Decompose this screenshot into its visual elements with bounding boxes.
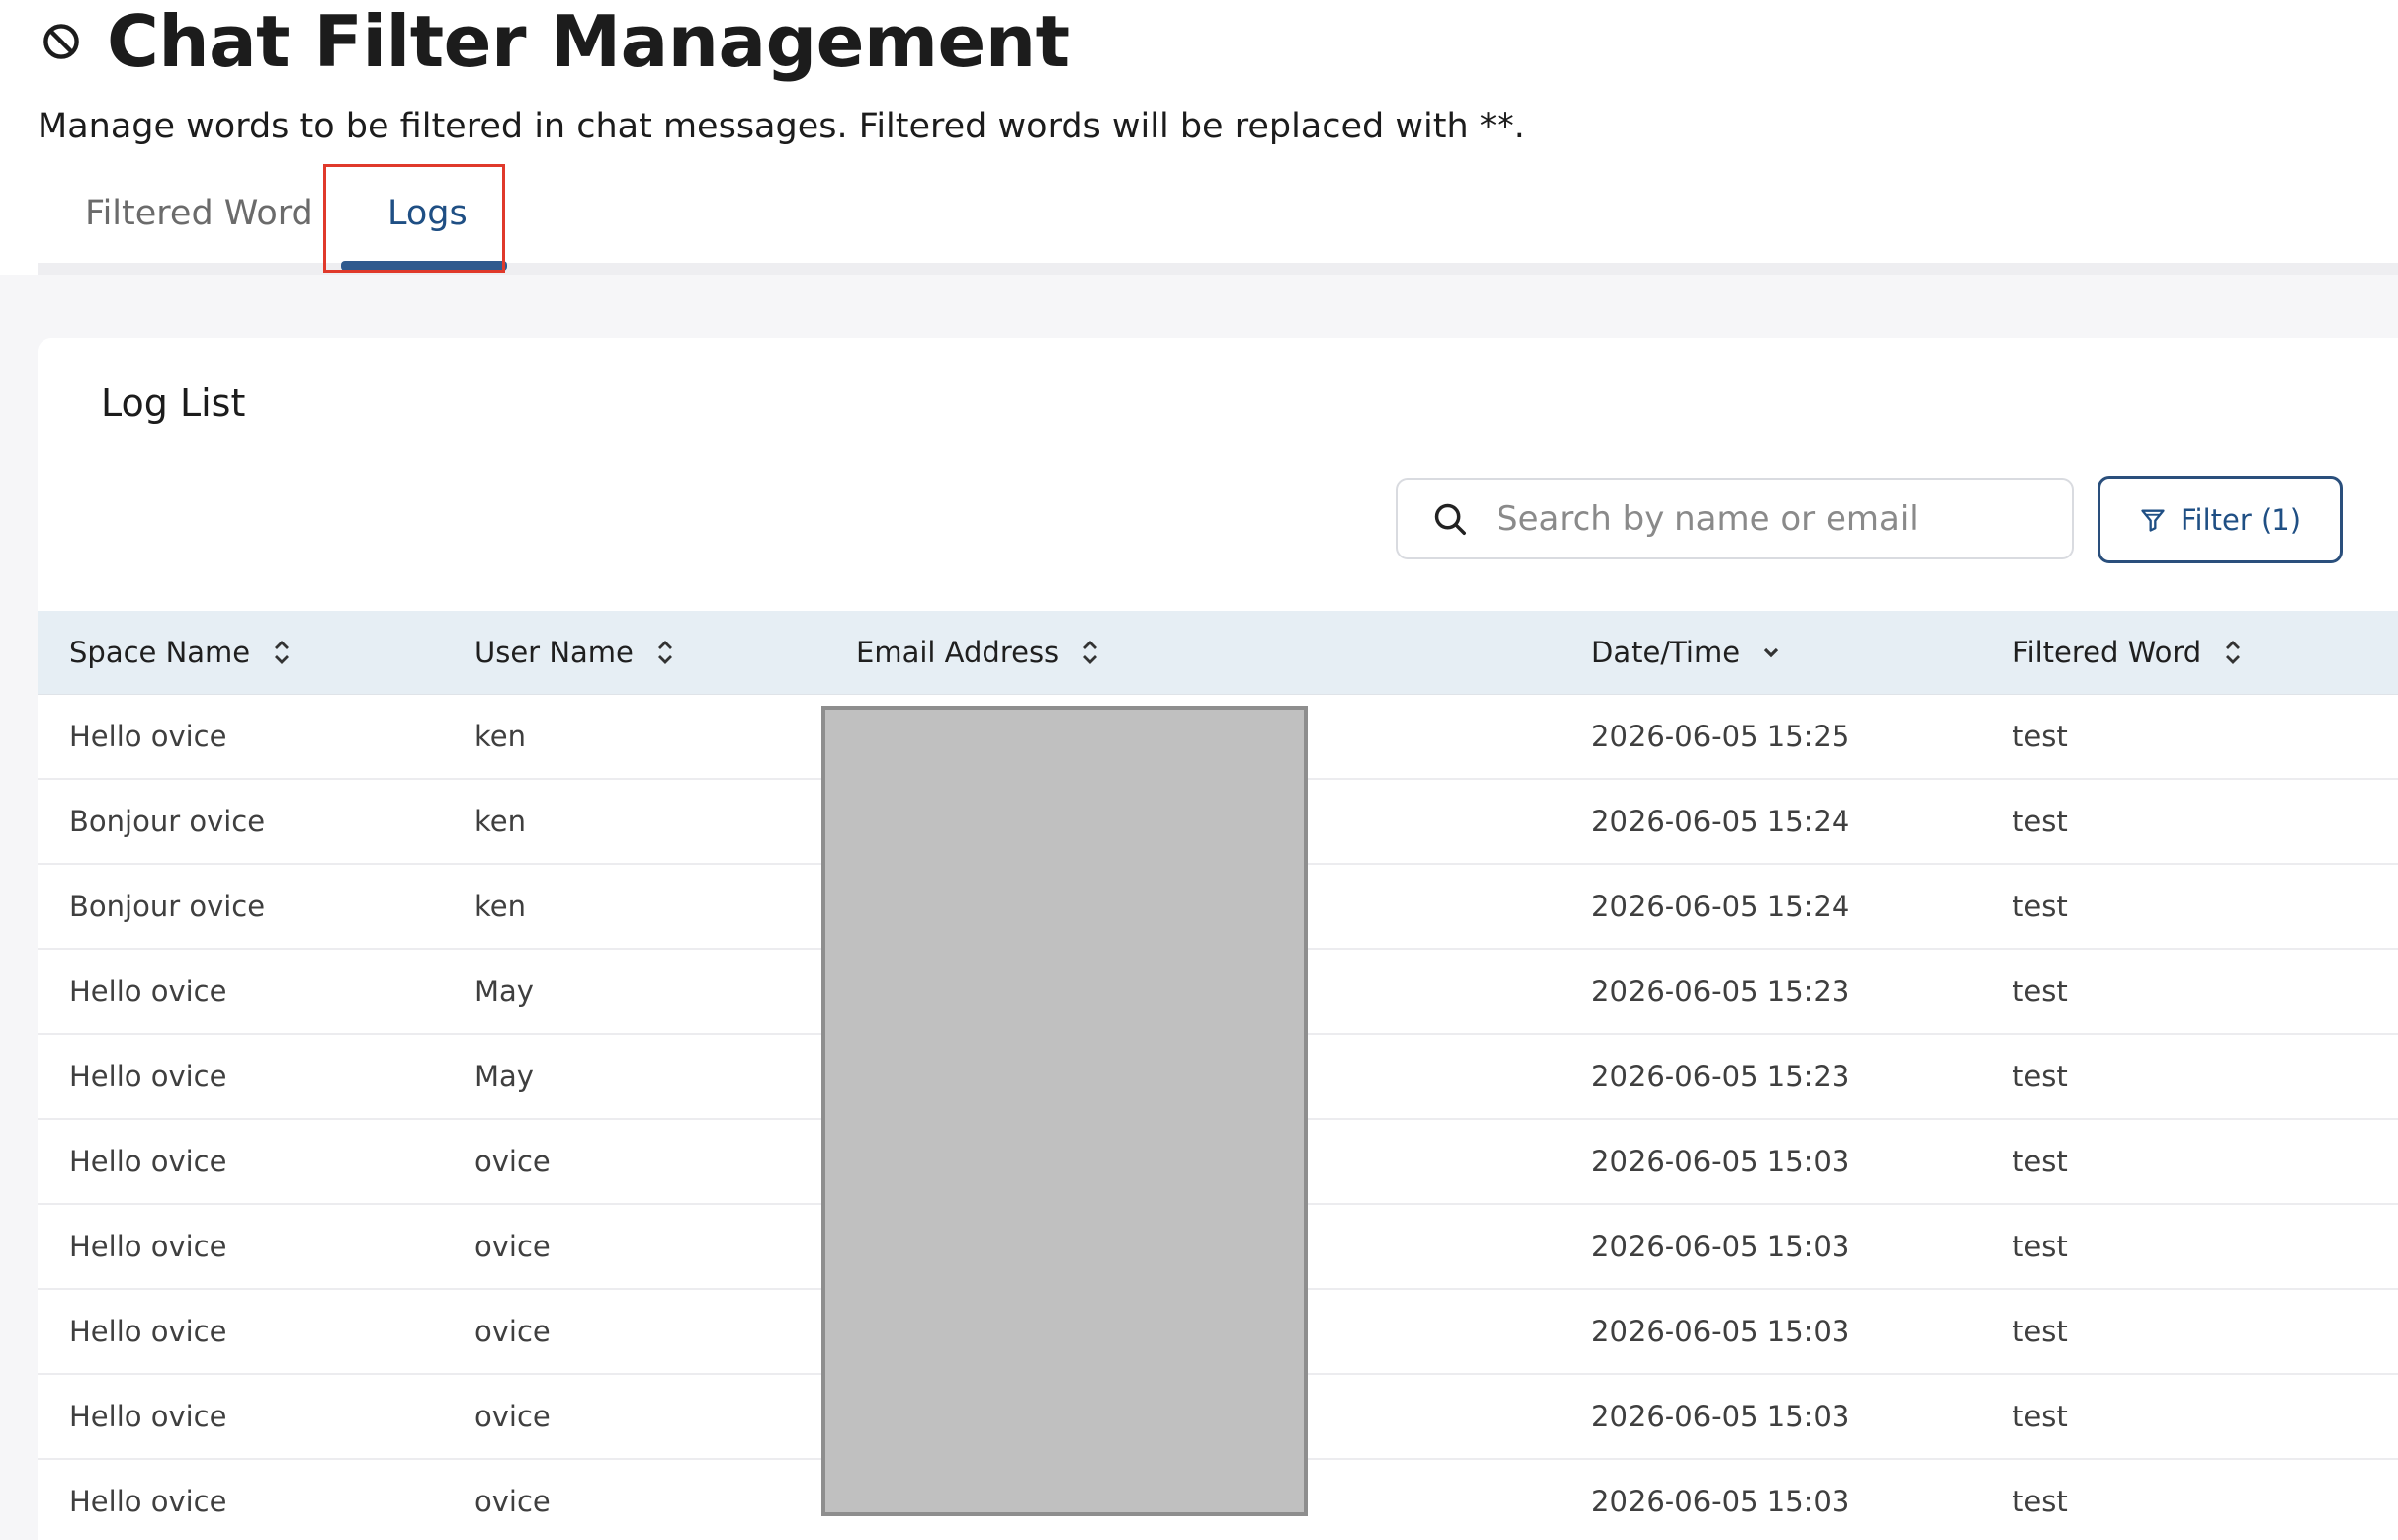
cell-space-name: Bonjour ovice — [69, 805, 266, 838]
cell-space-name: Hello ovice — [69, 975, 227, 1008]
page-description: Manage words to be filtered in chat mess… — [38, 107, 1525, 146]
cell-filtered-word: test — [2013, 1145, 2068, 1178]
cell-user-name: ovice — [474, 1145, 551, 1178]
cell-user-name: ken — [474, 720, 526, 753]
cell-space-name: Hello ovice — [69, 1400, 227, 1433]
column-header-space-name[interactable]: Space Name — [69, 611, 292, 694]
cell-filtered-word: test — [2013, 975, 2068, 1008]
cell-date-time: 2026-06-05 15:24 — [1591, 805, 1850, 838]
cell-user-name: ovice — [474, 1485, 551, 1518]
column-label: Date/Time — [1591, 636, 1741, 669]
cell-filtered-word: test — [2013, 890, 2068, 923]
funnel-icon — [2141, 509, 2165, 532]
cell-user-name: ken — [474, 890, 526, 923]
cell-filtered-word: test — [2013, 720, 2068, 753]
search-input[interactable] — [1495, 498, 2052, 540]
title-row: Chat Filter Management — [40, 0, 1070, 83]
cell-user-name: May — [474, 1060, 534, 1093]
cell-space-name: Hello ovice — [69, 1230, 227, 1263]
cell-space-name: Hello ovice — [69, 1485, 227, 1518]
cell-date-time: 2026-06-05 15:03 — [1591, 1400, 1850, 1433]
cell-filtered-word: test — [2013, 805, 2068, 838]
filter-button[interactable]: Filter (1) — [2098, 476, 2343, 563]
cell-date-time: 2026-06-05 15:24 — [1591, 890, 1850, 923]
cell-date-time: 2026-06-05 15:25 — [1591, 720, 1850, 753]
cell-date-time: 2026-06-05 15:03 — [1591, 1485, 1850, 1518]
cell-user-name: ovice — [474, 1400, 551, 1433]
search-icon — [1434, 503, 1466, 535]
cell-date-time: 2026-06-05 15:03 — [1591, 1145, 1850, 1178]
page-title: Chat Filter Management — [107, 0, 1070, 83]
column-header-date-time[interactable]: Date/Time — [1591, 611, 1781, 694]
cell-user-name: ovice — [474, 1315, 551, 1348]
cell-space-name: Hello ovice — [69, 1315, 227, 1348]
filter-button-label: Filter (1) — [2180, 503, 2302, 537]
block-icon — [43, 24, 79, 59]
column-header-email-address[interactable]: Email Address — [856, 611, 1100, 694]
column-label: Email Address — [856, 636, 1060, 669]
cell-space-name: Hello ovice — [69, 1145, 227, 1178]
content-area: Log List Filter (1) Space Name — [0, 275, 2398, 1540]
cell-filtered-word: test — [2013, 1060, 2068, 1093]
sort-updown-icon — [1083, 641, 1098, 664]
cell-filtered-word: test — [2013, 1315, 2068, 1348]
cell-space-name: Bonjour ovice — [69, 890, 266, 923]
cell-filtered-word: test — [2013, 1485, 2068, 1518]
column-label: Filtered Word — [2013, 636, 2202, 669]
sort-desc-icon — [1763, 647, 1779, 658]
page-header: Chat Filter Management Manage words to b… — [0, 0, 2398, 275]
column-header-filtered-word[interactable]: Filtered Word — [2013, 611, 2243, 694]
table-header: Space Name User Name Email Address Date/… — [38, 611, 2398, 695]
sort-updown-icon — [657, 641, 672, 664]
tab-highlight-box — [323, 164, 505, 273]
cell-user-name: May — [474, 975, 534, 1008]
cell-space-name: Hello ovice — [69, 720, 227, 753]
tab-filtered-word[interactable]: Filtered Word — [85, 182, 313, 245]
sort-updown-icon — [275, 641, 290, 664]
column-label: Space Name — [69, 636, 251, 669]
cell-date-time: 2026-06-05 15:03 — [1591, 1315, 1850, 1348]
email-redaction-block — [821, 706, 1308, 1516]
cell-space-name: Hello ovice — [69, 1060, 227, 1093]
tab-bar: Filtered Word Logs — [38, 158, 2398, 275]
column-header-user-name[interactable]: User Name — [474, 611, 675, 694]
search-box[interactable] — [1396, 478, 2074, 559]
column-label: User Name — [474, 636, 634, 669]
cell-date-time: 2026-06-05 15:23 — [1591, 1060, 1850, 1093]
cell-user-name: ovice — [474, 1230, 551, 1263]
cell-date-time: 2026-06-05 15:03 — [1591, 1230, 1850, 1263]
sort-updown-icon — [2226, 641, 2241, 664]
card-title: Log List — [101, 382, 246, 425]
cell-filtered-word: test — [2013, 1400, 2068, 1433]
cell-date-time: 2026-06-05 15:23 — [1591, 975, 1850, 1008]
cell-user-name: ken — [474, 805, 526, 838]
cell-filtered-word: test — [2013, 1230, 2068, 1263]
log-list-card: Log List Filter (1) Space Name — [38, 338, 2398, 1540]
